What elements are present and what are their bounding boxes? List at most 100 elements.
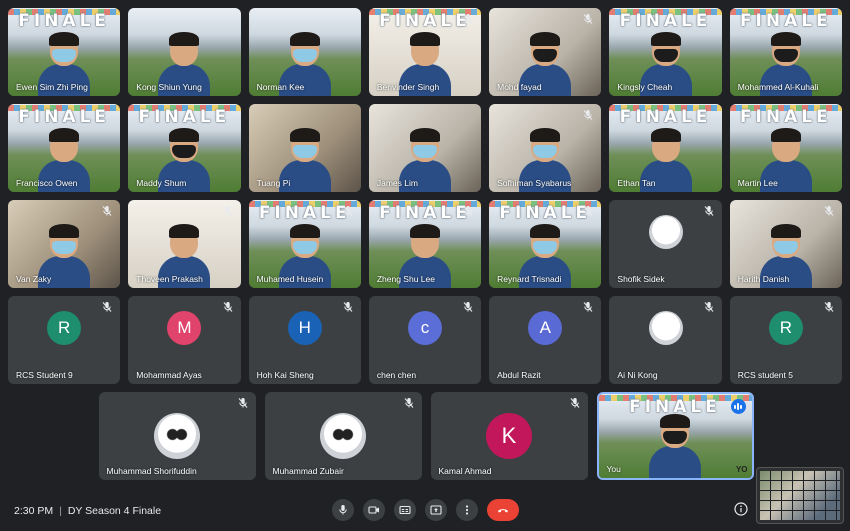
- participant-name: Zheng Shu Lee: [376, 274, 435, 284]
- participant-tile[interactable]: Norman Kee: [248, 8, 361, 96]
- participant-tile[interactable]: Shofik Sidek: [609, 200, 722, 288]
- participant-tile[interactable]: FINALE Reynard Trisnadi: [489, 200, 602, 288]
- self-tile[interactable]: FINALE YO You: [596, 392, 754, 480]
- profile-picture: [162, 421, 192, 451]
- mic-muted-icon: [101, 301, 113, 313]
- grid-row: Muhammad Shorifuddin Muhammad Zubair K Kama…: [8, 392, 842, 480]
- participant-tile[interactable]: FINALE Francisco Owen: [8, 104, 121, 192]
- more-vert-icon: [461, 504, 473, 516]
- mic-muted-icon: [703, 301, 715, 313]
- present-icon: [430, 504, 442, 516]
- participant-name: RCS Student 9: [16, 370, 73, 380]
- speaking-indicator-icon: [730, 399, 746, 414]
- participant-name: RCS student 5: [737, 370, 793, 380]
- meeting-info-button[interactable]: [734, 502, 748, 516]
- participant-person: [649, 414, 701, 478]
- participant-grid: FINALE Ewen Sim Zhi Ping Kong Shiun Yung No…: [8, 8, 842, 488]
- participant-name: Van Zaky: [16, 274, 52, 284]
- mic-muted-icon: [569, 397, 581, 409]
- mic-button[interactable]: [332, 499, 354, 521]
- camera-icon: [368, 504, 380, 516]
- participant-name: Kamal Ahmad: [438, 466, 492, 476]
- finale-banner: FINALE: [379, 203, 471, 223]
- participant-name: Tuang Pi: [256, 178, 291, 188]
- participant-tile[interactable]: Van Zaky: [8, 200, 121, 288]
- finale-banner: FINALE: [619, 11, 712, 31]
- mic-muted-icon: [703, 205, 715, 217]
- participant-avatar: [154, 413, 200, 459]
- participant-tile[interactable]: M Mohammad Ayas: [128, 296, 241, 384]
- video-feed: FINALE: [598, 394, 752, 478]
- mic-muted-icon: [237, 397, 249, 409]
- participant-avatar: K: [486, 413, 532, 459]
- participant-tile[interactable]: A Abdul Razit: [489, 296, 602, 384]
- participant-avatar: R: [47, 311, 82, 345]
- avatar-letter: A: [539, 318, 551, 337]
- participant-avatar: [648, 215, 683, 249]
- camera-button[interactable]: [363, 499, 385, 521]
- participant-tile[interactable]: Muhammad Zubair: [264, 392, 422, 480]
- mic-icon: [337, 504, 349, 516]
- captions-button[interactable]: [394, 499, 416, 521]
- participant-name: Abdul Razit: [497, 370, 541, 380]
- participant-tile[interactable]: FINALE Zheng Shu Lee: [368, 200, 482, 288]
- participant-tile[interactable]: Harith Danish: [729, 200, 842, 288]
- finale-banner: FINALE: [739, 107, 832, 127]
- participant-tile[interactable]: FINALE Benvinder Singh: [368, 8, 482, 96]
- participant-tile[interactable]: R RCS Student 9: [8, 296, 121, 384]
- participant-name: Muhamed Husein: [256, 274, 324, 284]
- participant-tile[interactable]: R RCS student 5: [729, 296, 842, 384]
- participant-tile[interactable]: FINALE Muhamed Husein: [248, 200, 361, 288]
- participant-tile[interactable]: FINALE Martin Lee: [729, 104, 842, 192]
- participant-name: You: [606, 464, 621, 474]
- finale-banner: FINALE: [18, 11, 111, 31]
- participant-tile[interactable]: Kong Shiun Yung: [128, 8, 241, 96]
- participant-name: Francisco Owen: [16, 178, 78, 188]
- avatar-letter: M: [177, 318, 192, 337]
- participant-name: Sofhiman Syabarus: [497, 178, 572, 188]
- mic-muted-icon: [582, 13, 594, 25]
- participant-name: Martin Lee: [737, 178, 778, 188]
- participant-tile[interactable]: James Lim: [368, 104, 482, 192]
- finale-banner: FINALE: [18, 107, 111, 127]
- participant-tile[interactable]: Tuang Pi: [248, 104, 361, 192]
- mic-muted-icon: [101, 205, 113, 217]
- participant-tile[interactable]: H Hoh Kai Sheng: [248, 296, 361, 384]
- finale-banner: FINALE: [258, 203, 351, 223]
- leave-call-button[interactable]: [487, 499, 519, 521]
- mic-muted-icon: [403, 397, 415, 409]
- participant-tile[interactable]: FINALE Kingsly Cheah: [609, 8, 722, 96]
- participant-tile[interactable]: Muhammad Shorifuddin: [98, 392, 256, 480]
- participant-tile[interactable]: Ai Ni Kong: [609, 296, 722, 384]
- avatar-letter: c: [420, 318, 430, 337]
- finale-banner: FINALE: [619, 107, 712, 127]
- mic-muted-icon: [342, 301, 354, 313]
- participant-tile[interactable]: Thoveen Prakash: [128, 200, 241, 288]
- participant-avatar: R: [768, 311, 803, 345]
- present-button[interactable]: [425, 499, 447, 521]
- info-icon: [734, 502, 748, 516]
- participant-tile[interactable]: c chen chen: [368, 296, 482, 384]
- participant-tile[interactable]: Sofhiman Syabarus: [489, 104, 602, 192]
- meeting-title: DY Season 4 Finale: [67, 505, 162, 517]
- participant-tile[interactable]: FINALE Mohammed Al-Kuhali: [729, 8, 842, 96]
- participant-tile[interactable]: FINALE Ethan Tan: [609, 104, 722, 192]
- participant-tile[interactable]: FINALE Ewen Sim Zhi Ping: [8, 8, 121, 96]
- participant-tile[interactable]: FINALE Maddy Shum: [128, 104, 241, 192]
- participant-avatar: [320, 413, 366, 459]
- grid-row: FINALE Ewen Sim Zhi Ping Kong Shiun Yung No…: [8, 8, 842, 96]
- finale-banner: FINALE: [138, 107, 231, 127]
- more-options-button[interactable]: [456, 499, 478, 521]
- mic-muted-icon: [582, 301, 594, 313]
- mic-muted-icon: [582, 205, 594, 217]
- avatar-letter: H: [298, 318, 311, 337]
- avatar-letter: R: [58, 318, 71, 337]
- finale-banner: FINALE: [379, 11, 471, 31]
- participant-name: Ewen Sim Zhi Ping: [16, 82, 88, 92]
- avatar-letter: R: [779, 318, 792, 337]
- finale-banner: FINALE: [499, 203, 592, 223]
- participant-tile[interactable]: K Kamal Ahmad: [430, 392, 588, 480]
- captions-icon: [399, 504, 411, 516]
- participant-tile[interactable]: Mohd fayad: [489, 8, 602, 96]
- participant-avatar: c: [407, 311, 442, 345]
